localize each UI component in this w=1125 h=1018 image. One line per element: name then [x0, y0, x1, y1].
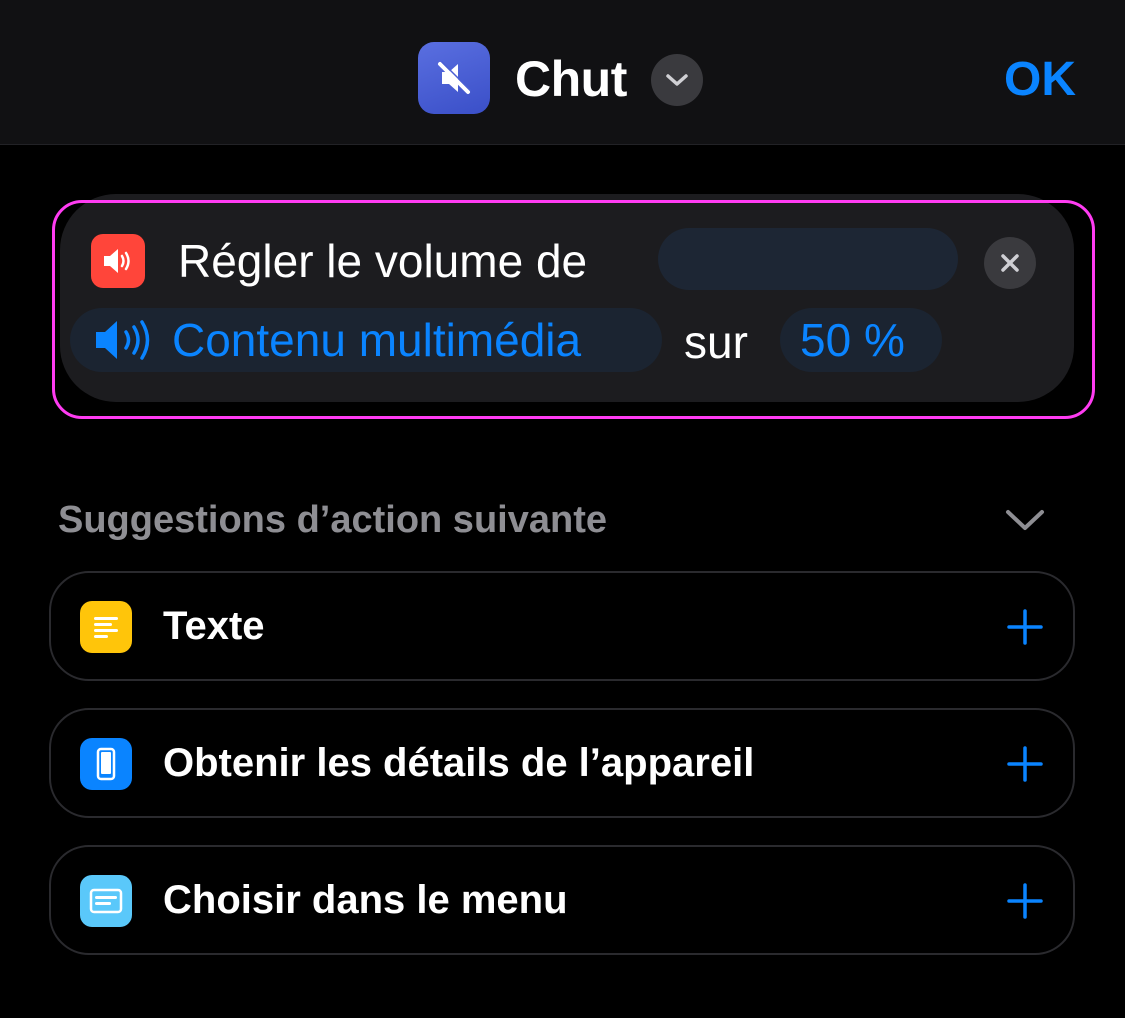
speaker-muted-icon[interactable]	[418, 42, 490, 114]
volume-value[interactable]: 50 %	[800, 310, 905, 370]
phone-icon	[80, 738, 132, 790]
connector-text: sur	[684, 316, 748, 368]
suggestion-label: Choisir dans le menu	[163, 878, 568, 922]
shortcut-title[interactable]: Chut	[515, 48, 627, 110]
action-title: Régler le volume de	[178, 235, 588, 287]
suggestion-item-choose-menu[interactable]: Choisir dans le menu	[49, 845, 1075, 955]
menu-icon	[80, 875, 132, 927]
suggestion-item-device-details[interactable]: Obtenir les détails de l’appareil	[49, 708, 1075, 818]
speaker-wave-icon	[96, 320, 150, 360]
suggestion-item-texte[interactable]: Texte	[49, 571, 1075, 681]
empty-parameter-field[interactable]	[658, 228, 958, 290]
speaker-icon	[91, 234, 145, 288]
chevron-down-icon[interactable]	[1004, 506, 1046, 534]
suggestion-label: Texte	[163, 604, 265, 648]
suggestion-label: Obtenir les détails de l’appareil	[163, 741, 755, 785]
text-icon	[80, 601, 132, 653]
plus-icon[interactable]	[1007, 883, 1043, 919]
media-type-label[interactable]: Contenu multimédia	[172, 310, 581, 370]
chevron-down-icon[interactable]	[651, 54, 703, 106]
remove-action-button[interactable]	[984, 237, 1036, 289]
ok-button[interactable]: OK	[1004, 50, 1076, 110]
plus-icon[interactable]	[1007, 746, 1043, 782]
suggestions-header: Suggestions d’action suivante	[58, 499, 607, 541]
top-bar: Chut OK	[0, 0, 1125, 145]
plus-icon[interactable]	[1007, 609, 1043, 645]
